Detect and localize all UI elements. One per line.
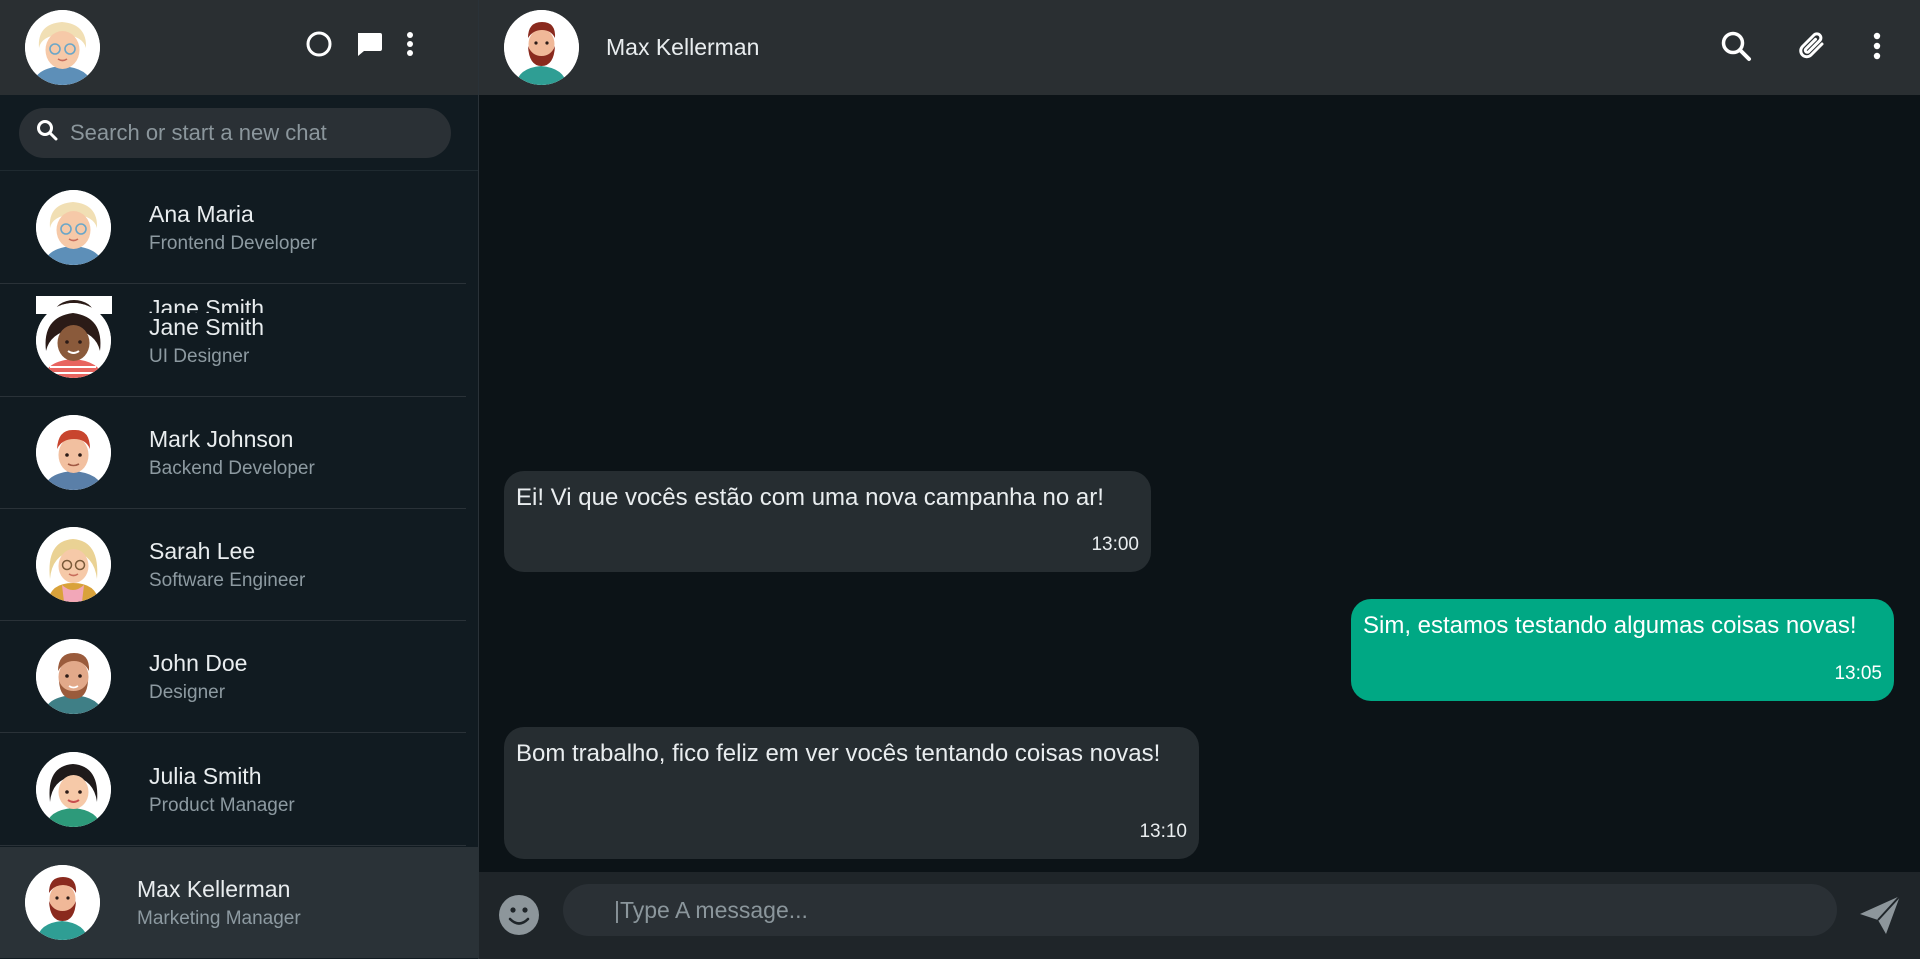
- avatar: [36, 190, 111, 265]
- chat-pane: Max Kellerman Ei! Vi que vocês estão com…: [479, 0, 1920, 959]
- message-time: 13:10: [1139, 821, 1187, 842]
- vertical-dots-icon[interactable]: [405, 31, 415, 57]
- chat-contact-name: Max Kellerman: [606, 34, 760, 60]
- contact-sarah-lee[interactable]: Sarah Lee Software Engineer: [0, 509, 466, 621]
- chat-bubble-icon[interactable]: [355, 30, 383, 58]
- sidebar-actions: [305, 30, 415, 58]
- contact-name: Ana Maria: [149, 200, 254, 227]
- avatar: [36, 303, 111, 378]
- avatar: [36, 752, 111, 827]
- user-avatar[interactable]: [25, 10, 100, 85]
- sidebar: Ana Maria Frontend Developer Jane Smith: [0, 0, 479, 959]
- contact-avatar[interactable]: [504, 10, 579, 85]
- status-circle-icon[interactable]: [305, 30, 333, 58]
- contact-ana-maria[interactable]: Ana Maria Frontend Developer: [0, 172, 466, 284]
- paperclip-icon[interactable]: [1796, 30, 1828, 62]
- message-input[interactable]: [563, 884, 1837, 936]
- chat-header: Max Kellerman: [479, 0, 1920, 95]
- contact-name: Jane Smith: [149, 313, 265, 340]
- chat-actions: [1720, 30, 1882, 62]
- emoji-icon[interactable]: [498, 894, 540, 936]
- avatar: [36, 639, 111, 714]
- contact-name: Mark Johnson: [149, 425, 294, 452]
- message-text: Bom trabalho, fico feliz em ver vocês te…: [516, 740, 1161, 767]
- contact-name: Max Kellerman: [137, 875, 291, 902]
- search-icon[interactable]: [1720, 30, 1752, 62]
- contact-julia-smith[interactable]: Julia Smith Product Manager: [0, 734, 466, 846]
- send-icon[interactable]: [1858, 894, 1902, 936]
- message-incoming: Bom trabalho, fico feliz em ver vocês te…: [504, 727, 1199, 859]
- contact-role: Marketing Manager: [137, 907, 301, 929]
- message-composer: [479, 872, 1920, 959]
- avatar: [25, 865, 100, 940]
- contact-role: Product Manager: [149, 794, 295, 816]
- contact-role: Designer: [149, 681, 226, 703]
- search-box: [19, 107, 451, 158]
- contact-jane-smith[interactable]: Jane Smith UI Designer: [0, 285, 466, 397]
- avatar: [36, 415, 111, 490]
- contact-role: Software Engineer: [149, 569, 306, 591]
- contact-mark-johnson[interactable]: Mark Johnson Backend Developer: [0, 397, 466, 509]
- search-input[interactable]: [70, 119, 430, 146]
- contact-name: Sarah Lee: [149, 537, 256, 564]
- message-incoming: Ei! Vi que vocês estão com uma nova camp…: [504, 471, 1151, 572]
- avatar: [36, 527, 111, 602]
- contact-name: John Doe: [149, 649, 248, 676]
- message-text: Ei! Vi que vocês estão com uma nova camp…: [516, 484, 1104, 511]
- message-time: 13:05: [1834, 663, 1882, 684]
- contact-max-kellerman[interactable]: Max Kellerman Marketing Manager: [0, 847, 479, 958]
- chat-app: Ana Maria Frontend Developer Jane Smith: [0, 0, 1920, 959]
- contact-role: Backend Developer: [149, 457, 315, 479]
- contact-role: UI Designer: [149, 345, 250, 367]
- contact-name: Julia Smith: [149, 762, 262, 789]
- contact-john-doe[interactable]: John Doe Designer: [0, 621, 466, 733]
- sidebar-header: [0, 0, 478, 95]
- message-outgoing: Sim, estamos testando algumas coisas nov…: [1351, 599, 1894, 701]
- vertical-dots-icon[interactable]: [1872, 32, 1882, 60]
- message-time: 13:00: [1091, 534, 1139, 555]
- message-text: Sim, estamos testando algumas coisas nov…: [1363, 612, 1857, 639]
- search-bar: [0, 95, 478, 171]
- search-icon: [36, 119, 58, 146]
- contact-role: Frontend Developer: [149, 232, 317, 254]
